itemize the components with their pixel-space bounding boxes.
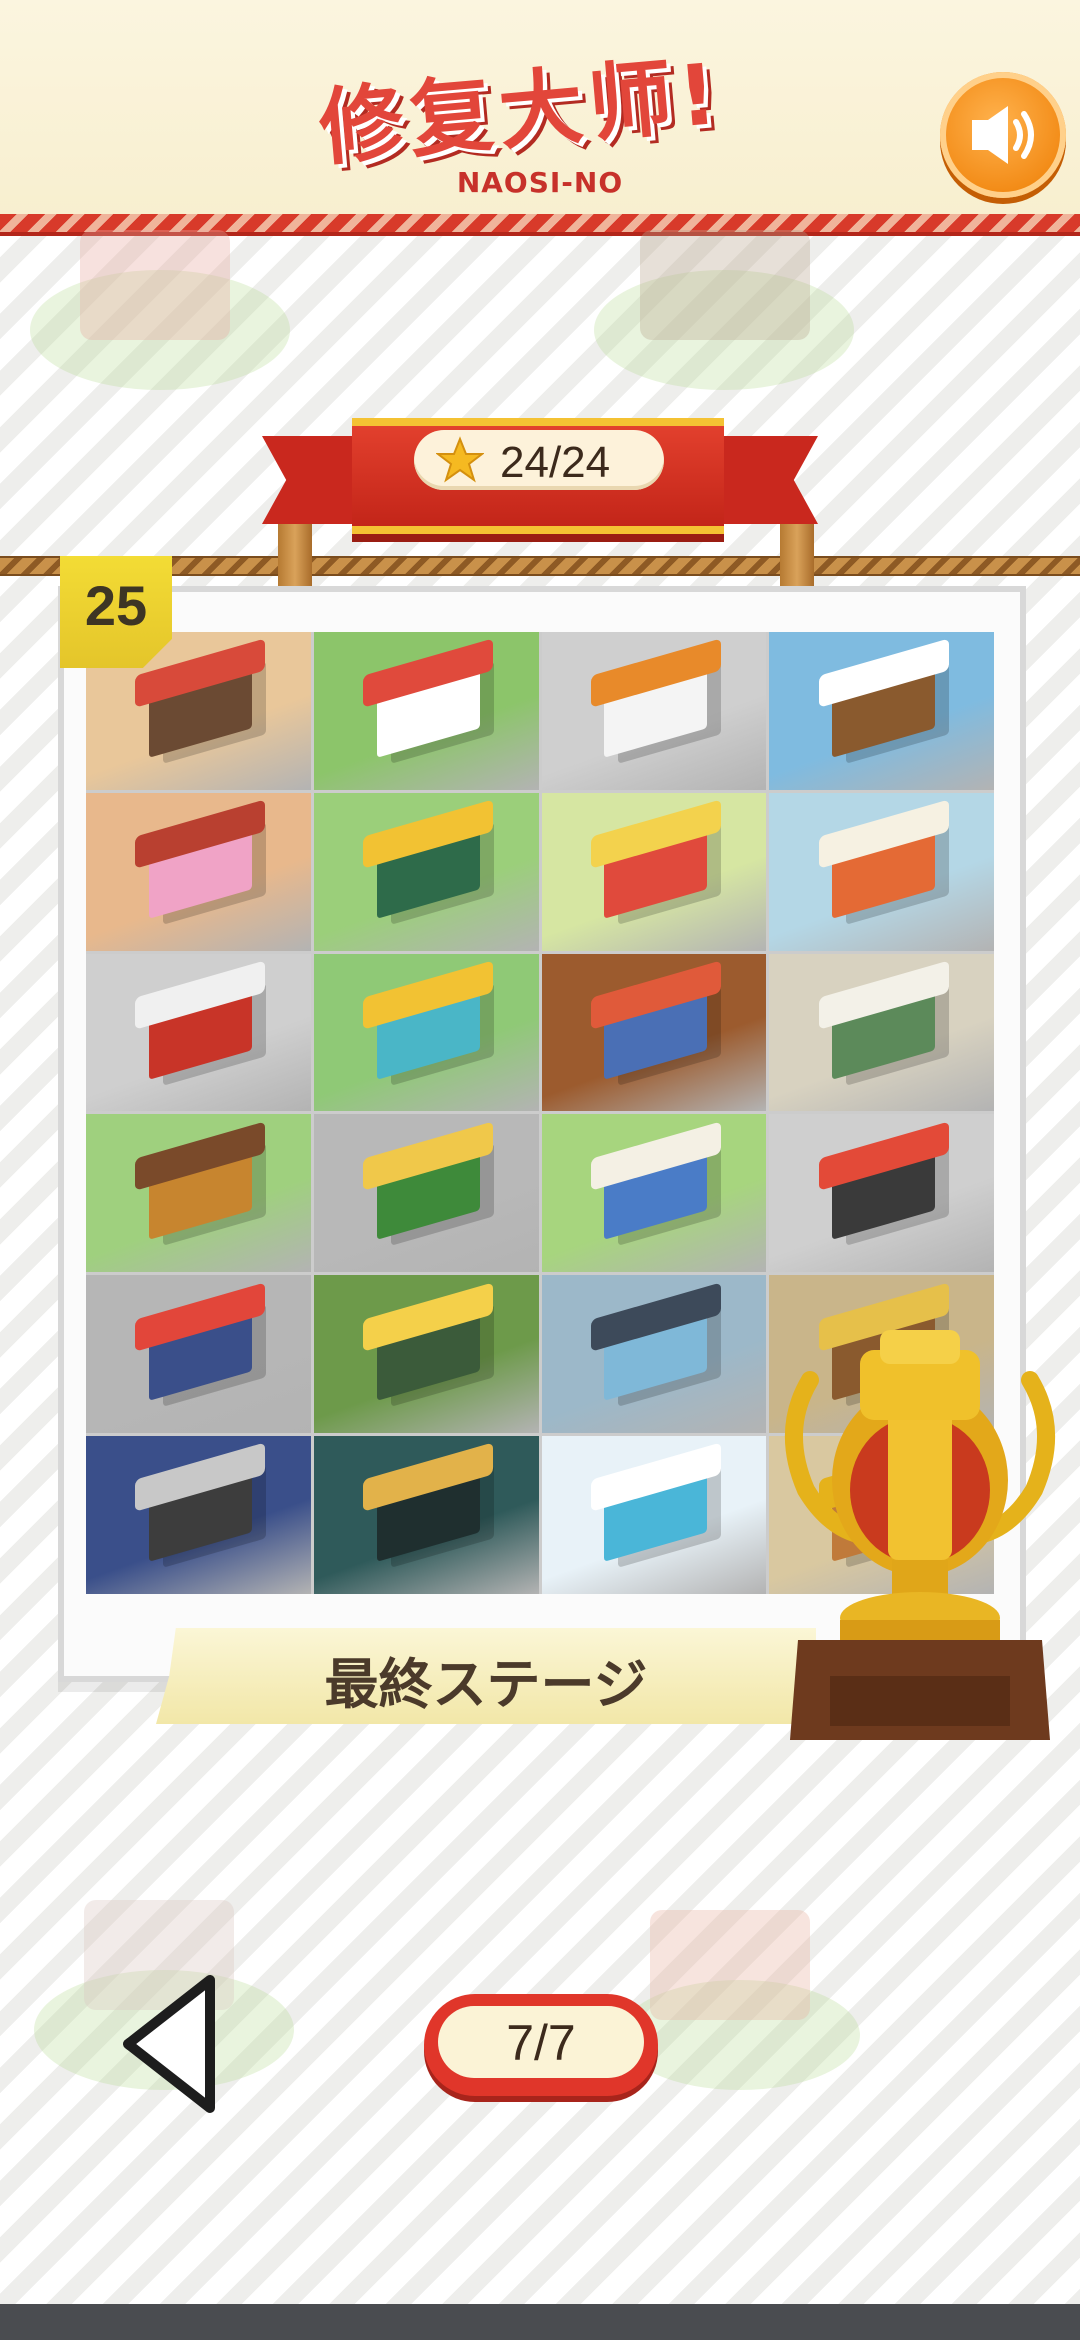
game-subtitle: NAOSI-NO bbox=[456, 166, 624, 199]
stage-thumbnail-egg-farm bbox=[541, 1114, 767, 1273]
sound-button[interactable] bbox=[940, 72, 1066, 198]
stage-thumbnail-general-store bbox=[769, 953, 994, 1112]
stage-thumbnail-bear-house bbox=[86, 1114, 311, 1273]
level-number-badge: 25 bbox=[60, 556, 172, 668]
system-navigation-bar bbox=[0, 2304, 1080, 2340]
stage-thumbnail-claw-machine bbox=[86, 792, 311, 951]
stage-thumbnail-market-stalls bbox=[541, 953, 767, 1112]
stage-thumbnail-cash-register-shop bbox=[769, 792, 994, 951]
prev-page-button[interactable] bbox=[120, 1972, 220, 2116]
stage-thumbnail-duck-garden bbox=[313, 1275, 539, 1434]
stage-thumbnail-record-shop bbox=[313, 1436, 539, 1594]
stage-thumbnail-teapot-cafe bbox=[313, 1114, 539, 1273]
score-text: 24/24 bbox=[500, 438, 611, 487]
triangle-left-icon bbox=[123, 1975, 215, 2113]
speaker-icon bbox=[972, 106, 1034, 164]
star-icon bbox=[436, 436, 484, 483]
stage-thumbnail-pizza-diner bbox=[769, 1114, 994, 1273]
stage-thumbnail-circus bbox=[541, 792, 767, 951]
stage-thumbnail-burger-shop bbox=[313, 632, 539, 790]
bg-decoration bbox=[80, 230, 230, 340]
stage-thumbnail-cinema bbox=[86, 1436, 311, 1594]
stage-thumbnail-power-station bbox=[313, 953, 539, 1112]
page-indicator: 7/7 bbox=[424, 1994, 658, 2096]
bg-decoration bbox=[650, 1910, 810, 2020]
stage-thumbnail-bank bbox=[541, 1275, 767, 1434]
stage-thumbnail-gas-station bbox=[541, 632, 767, 790]
bg-decoration bbox=[640, 230, 810, 340]
score-pill: 24/24 bbox=[414, 430, 664, 490]
stage-thumbnail-fountain-plaza bbox=[541, 1436, 767, 1594]
trophy-icon bbox=[784, 1330, 1056, 1740]
banner-wing-right bbox=[708, 436, 818, 524]
stage-thumbnail-police-station bbox=[86, 1275, 311, 1434]
stage-thumbnail-flower-shop bbox=[313, 792, 539, 951]
page-number: 7/7 bbox=[506, 2015, 576, 2071]
stage-thumbnail-post-office bbox=[86, 953, 311, 1112]
stage-label: 最終ステージ bbox=[324, 1653, 648, 1716]
stage-thumbnail-snow-cabin bbox=[769, 632, 994, 790]
